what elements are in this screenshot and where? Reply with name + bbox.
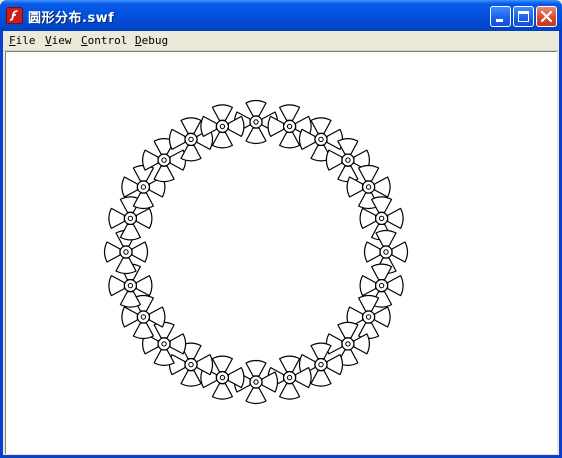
maximize-button[interactable] (513, 6, 534, 27)
menu-bar: File View Control Debug (3, 31, 559, 51)
window-client-area: File View Control Debug (3, 31, 559, 455)
menu-file[interactable]: File (9, 34, 36, 47)
minimize-button[interactable] (490, 6, 511, 27)
minimize-icon (496, 19, 503, 22)
close-button[interactable] (536, 6, 557, 27)
menu-debug-label: ebug (141, 34, 169, 47)
maximize-icon (518, 11, 529, 22)
menu-debug[interactable]: Debug (135, 34, 168, 47)
menu-control-accesskey: C (81, 34, 88, 47)
close-icon (540, 10, 553, 23)
menu-view[interactable]: View (45, 34, 72, 47)
menu-file-label: ile (15, 34, 36, 47)
menu-view-accesskey: V (45, 34, 52, 47)
menu-file-accesskey: F (9, 34, 16, 47)
menu-view-label: iew (51, 34, 72, 47)
stage-canvas (103, 99, 409, 405)
window-title: 圆形分布.swf (28, 11, 115, 26)
menu-debug-accesskey: D (135, 34, 142, 47)
menu-control[interactable]: Control (81, 34, 127, 47)
flash-player-icon (6, 7, 23, 24)
flash-stage[interactable] (5, 51, 557, 454)
menu-control-label: ontrol (87, 34, 128, 47)
flash-player-window: 圆形分布.swf File View Control Debug (0, 0, 562, 458)
title-bar[interactable]: 圆形分布.swf (0, 0, 562, 31)
